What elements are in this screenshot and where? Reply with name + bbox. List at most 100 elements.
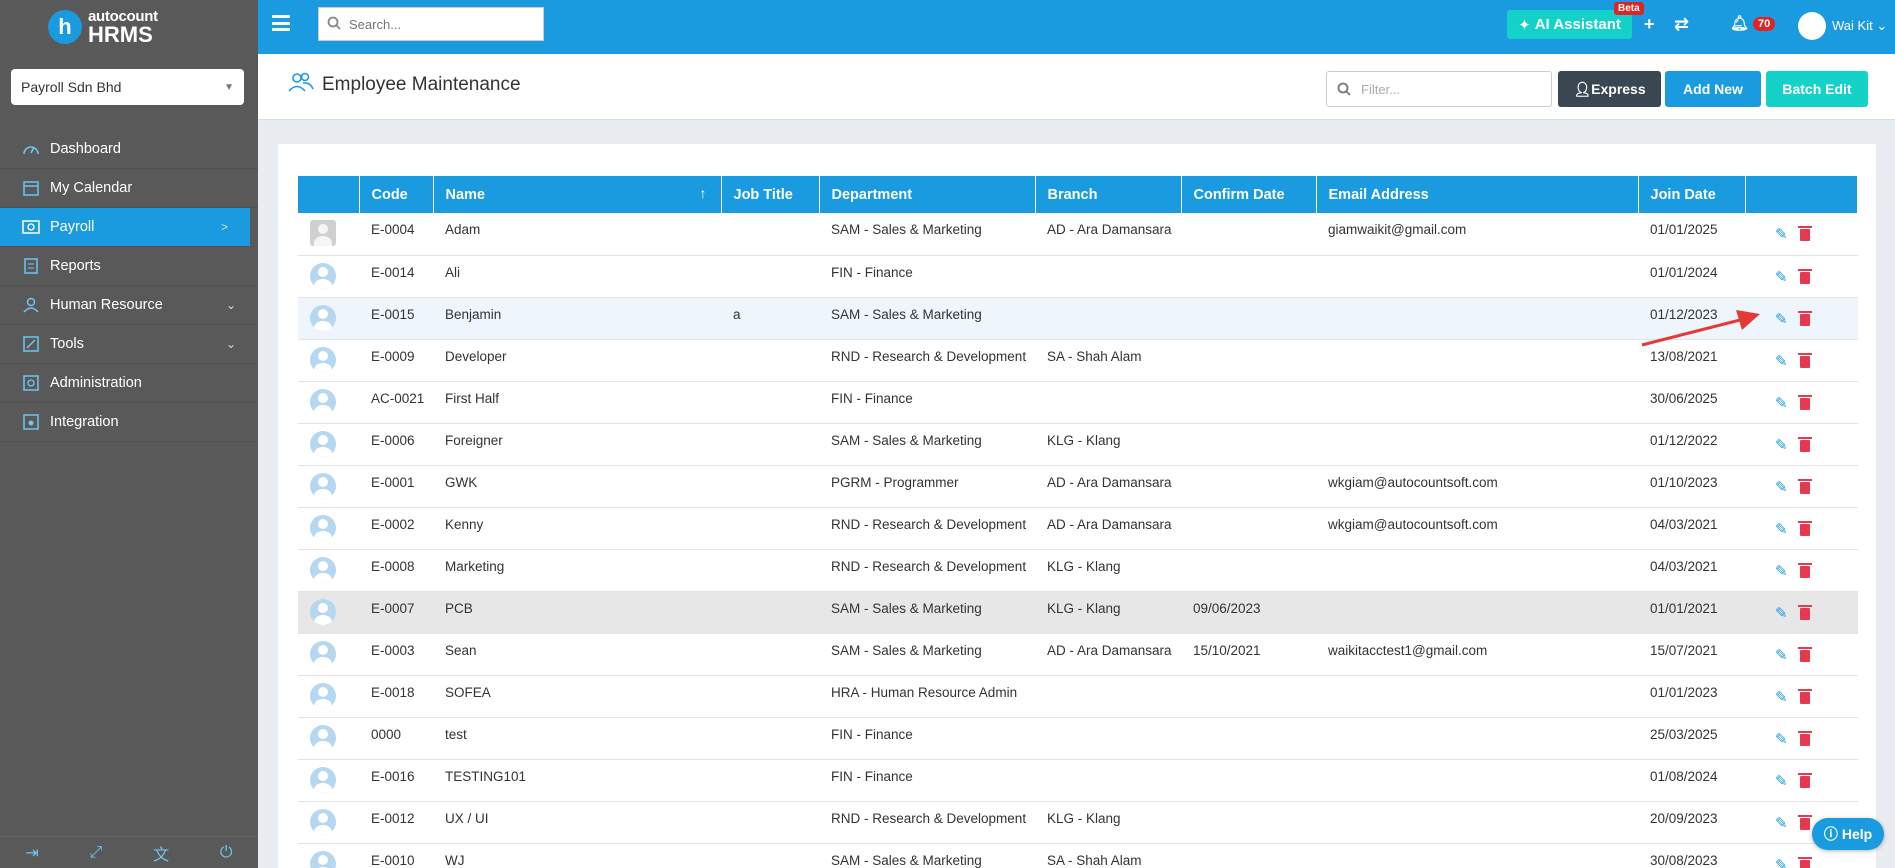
power-icon[interactable]: ⏻ bbox=[220, 844, 233, 862]
filter-box[interactable]: Filter... bbox=[1326, 71, 1552, 107]
table-row[interactable]: E-0016 TESTING101 FIN - Finance 01/08/2024 ✎ bbox=[298, 759, 1858, 801]
fullscreen-icon[interactable]: ⤢ bbox=[90, 844, 103, 862]
refresh-icon[interactable]: ⇄ bbox=[1674, 14, 1689, 35]
user-avatar[interactable] bbox=[1798, 12, 1826, 40]
cell-confirm bbox=[1181, 843, 1316, 868]
delete-icon[interactable] bbox=[1797, 646, 1812, 662]
user-menu[interactable]: Wai Kit ⌄ bbox=[1832, 18, 1887, 34]
edit-icon[interactable]: ✎ bbox=[1775, 268, 1788, 286]
cell-dept: RND - Research & Development bbox=[831, 810, 1027, 826]
cell-code: E-0004 bbox=[371, 222, 415, 237]
table-row[interactable]: AC-0021 First Half FIN - Finance 30/06/2025… bbox=[298, 381, 1858, 423]
batch-edit-button[interactable]: Batch Edit bbox=[1766, 71, 1868, 107]
plus-icon[interactable]: + bbox=[1644, 14, 1655, 35]
delete-icon[interactable] bbox=[1797, 352, 1812, 368]
delete-icon[interactable] bbox=[1797, 310, 1812, 326]
sidebar-item-reports[interactable]: Reports bbox=[0, 247, 258, 286]
edit-icon[interactable]: ✎ bbox=[1775, 604, 1788, 622]
table-row[interactable]: E-0004 Adam SAM - Sales & Marketing AD - Ar… bbox=[298, 213, 1858, 255]
sidebar-nav: Dashboard My Calendar Payroll > Reports … bbox=[0, 130, 258, 442]
filter-input[interactable]: Filter... bbox=[1361, 82, 1400, 97]
table-row[interactable]: E-0009 Developer RND - Research & Developm… bbox=[298, 339, 1858, 381]
edit-icon[interactable]: ✎ bbox=[1775, 225, 1788, 243]
table-row[interactable]: E-0012 UX / UI RND - Research & Developmen… bbox=[298, 801, 1858, 843]
row-actions: ✎ bbox=[1745, 759, 1858, 801]
ai-assistant-button[interactable]: ✦ AI Assistant bbox=[1507, 10, 1632, 39]
table-row[interactable]: E-0008 Marketing RND - Research & Developm… bbox=[298, 549, 1858, 591]
delete-icon[interactable] bbox=[1797, 856, 1812, 868]
table-row[interactable]: E-0010 WJ SAM - Sales & Marketing SA - Shah… bbox=[298, 843, 1858, 868]
edit-icon[interactable]: ✎ bbox=[1775, 772, 1788, 790]
table-row[interactable]: E-0006 Foreigner SAM - Sales & Marketing KL… bbox=[298, 423, 1858, 465]
edit-icon[interactable]: ✎ bbox=[1775, 478, 1788, 496]
table-row[interactable]: E-0018 SOFEA HRA - Human Resource Admin 01/… bbox=[298, 675, 1858, 717]
sidebar-item-payroll[interactable]: Payroll > bbox=[0, 208, 250, 247]
col-name[interactable]: Name ↑ bbox=[433, 176, 722, 213]
sidebar-item-dashboard[interactable]: Dashboard bbox=[0, 130, 258, 169]
search-box[interactable] bbox=[318, 7, 544, 41]
employee-avatar bbox=[310, 808, 336, 835]
edit-icon[interactable]: ✎ bbox=[1775, 352, 1788, 370]
delete-icon[interactable] bbox=[1797, 604, 1812, 620]
sidebar-item-my-calendar[interactable]: My Calendar bbox=[0, 169, 258, 208]
col-confirm-date[interactable]: Confirm Date bbox=[1181, 176, 1317, 213]
delete-icon[interactable] bbox=[1797, 436, 1812, 452]
edit-icon[interactable]: ✎ bbox=[1775, 646, 1788, 664]
cell-code: E-0014 bbox=[371, 264, 415, 280]
sidebar-item-tools[interactable]: Tools ⌄ bbox=[0, 325, 258, 364]
edit-icon[interactable]: ✎ bbox=[1775, 814, 1788, 832]
edit-icon[interactable]: ✎ bbox=[1775, 562, 1788, 580]
col-email[interactable]: Email Address bbox=[1316, 176, 1639, 213]
delete-icon[interactable] bbox=[1797, 730, 1812, 746]
search-input[interactable] bbox=[349, 16, 529, 32]
cell-join: 25/03/2025 bbox=[1650, 726, 1718, 742]
table-row[interactable]: E-0002 Kenny RND - Research & Development A… bbox=[298, 507, 1858, 549]
company-select[interactable]: Payroll Sdn Bhd ▼ bbox=[11, 69, 244, 105]
col-job-title[interactable]: Job Title bbox=[721, 176, 820, 213]
delete-icon[interactable] bbox=[1797, 520, 1812, 536]
help-button[interactable]: ⓘ Help bbox=[1812, 818, 1884, 850]
table-row[interactable]: E-0003 Sean SAM - Sales & Marketing AD - Ar… bbox=[298, 633, 1858, 675]
edit-icon[interactable]: ✎ bbox=[1775, 688, 1788, 706]
delete-icon[interactable] bbox=[1797, 688, 1812, 704]
language-icon[interactable]: 文 bbox=[153, 841, 169, 865]
delete-icon[interactable] bbox=[1797, 226, 1812, 242]
edit-icon[interactable]: ✎ bbox=[1775, 310, 1788, 328]
cell-dept: RND - Research & Development bbox=[831, 558, 1027, 574]
delete-icon[interactable] bbox=[1797, 562, 1812, 578]
edit-icon[interactable]: ✎ bbox=[1775, 520, 1788, 538]
col-join-date[interactable]: Join Date bbox=[1638, 176, 1746, 213]
topbar: ✦ AI Assistant Beta + ⇄ 🔔︎ 70 Wai Kit ⌄ bbox=[258, 0, 1895, 54]
col-department[interactable]: Department bbox=[819, 176, 1036, 213]
table-row[interactable]: E-0014 Ali FIN - Finance 01/01/2024 ✎ bbox=[298, 255, 1858, 297]
menu-icon[interactable] bbox=[272, 15, 290, 31]
app-logo[interactable]: h autocount HRMS bbox=[0, 0, 258, 54]
cell-join: 04/03/2021 bbox=[1650, 516, 1718, 532]
delete-icon[interactable] bbox=[1797, 394, 1812, 410]
edit-icon[interactable]: ✎ bbox=[1775, 436, 1788, 454]
edit-icon[interactable]: ✎ bbox=[1775, 856, 1788, 868]
sidebar-item-human-resource[interactable]: Human Resource ⌄ bbox=[0, 286, 258, 325]
delete-icon[interactable] bbox=[1797, 772, 1812, 788]
sidebar-item-administration[interactable]: Administration bbox=[0, 364, 258, 403]
delete-icon[interactable] bbox=[1797, 268, 1812, 284]
express-button[interactable]: 👤︎ Express bbox=[1558, 71, 1661, 107]
cell-confirm: 15/10/2021 bbox=[1193, 642, 1261, 658]
delete-icon[interactable] bbox=[1797, 478, 1812, 494]
cell-name: Developer bbox=[445, 348, 507, 364]
table-row[interactable]: E-0015 Benjamin a SAM - Sales & Marketing 01… bbox=[298, 297, 1858, 339]
delete-icon[interactable] bbox=[1797, 814, 1812, 830]
table-row[interactable]: 0000 test FIN - Finance 25/03/2025 ✎ bbox=[298, 717, 1858, 759]
col-code[interactable]: Code bbox=[359, 176, 434, 213]
table-row[interactable]: E-0007 PCB SAM - Sales & Marketing KLG - Kl… bbox=[298, 591, 1858, 633]
bell-icon[interactable]: 🔔︎ bbox=[1730, 14, 1749, 32]
col-branch[interactable]: Branch bbox=[1035, 176, 1182, 213]
sidebar-item-integration[interactable]: Integration bbox=[0, 403, 258, 442]
table-row[interactable]: E-0001 GWK PGRM - Programmer AD - Ara Daman… bbox=[298, 465, 1858, 507]
cell-name: Adam bbox=[445, 222, 481, 237]
logout-icon[interactable]: ⇥ bbox=[25, 843, 38, 863]
payroll-icon bbox=[20, 217, 42, 237]
add-new-button[interactable]: Add New bbox=[1665, 71, 1761, 107]
edit-icon[interactable]: ✎ bbox=[1775, 730, 1788, 748]
edit-icon[interactable]: ✎ bbox=[1775, 394, 1788, 412]
